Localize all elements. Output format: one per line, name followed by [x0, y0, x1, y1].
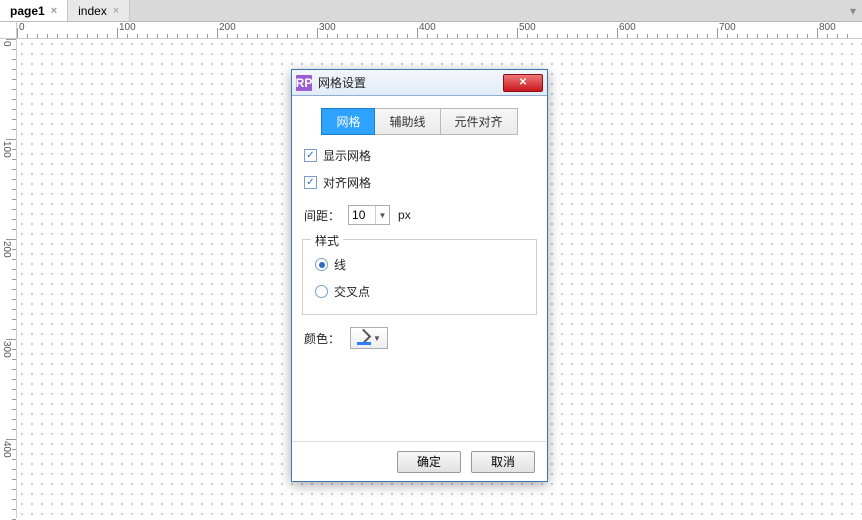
tab-guides[interactable]: 辅助线: [374, 108, 440, 135]
document-tab-page1[interactable]: page1 ×: [0, 0, 68, 21]
spacing-label: 间距：: [304, 207, 340, 224]
tab-snap[interactable]: 元件对齐: [440, 108, 518, 135]
tabbar-spacer: [130, 0, 844, 21]
document-tab-index[interactable]: index ×: [68, 0, 130, 21]
style-line-row: 线: [315, 256, 526, 273]
tabbar-dropdown[interactable]: ▾: [844, 0, 862, 21]
vertical-ruler: 0100200300400: [0, 39, 17, 518]
dialog-tabs: 网格 辅助线 元件对齐: [321, 108, 517, 135]
color-label: 颜色：: [304, 330, 340, 347]
tab-label: page1: [10, 4, 45, 18]
align-grid-label: 对齐网格: [323, 174, 371, 191]
close-button[interactable]: ✕: [503, 74, 543, 92]
color-picker-button[interactable]: ▼: [350, 327, 388, 349]
dialog-footer: 确定 取消: [292, 441, 547, 481]
show-grid-label: 显示网格: [323, 147, 371, 164]
dialog-titlebar[interactable]: RP 网格设置 ✕: [292, 70, 547, 96]
close-icon[interactable]: ×: [51, 5, 57, 17]
spacing-unit: px: [398, 208, 411, 222]
horizontal-ruler: 0100200300400500600700800: [17, 22, 862, 39]
document-tabbar: page1 × index × ▾: [0, 0, 862, 22]
spacing-input[interactable]: [349, 208, 375, 222]
cancel-button[interactable]: 取消: [471, 451, 535, 473]
pen-icon: [357, 331, 371, 345]
ruler-corner: [0, 22, 17, 39]
style-line-radio[interactable]: [315, 258, 328, 271]
chevron-down-icon: ▼: [373, 334, 381, 343]
dialog-title: 网格设置: [318, 74, 503, 91]
tab-grid[interactable]: 网格: [321, 108, 375, 135]
style-fieldset: 样式 线 交叉点: [302, 239, 537, 315]
chevron-down-icon[interactable]: ▼: [375, 206, 389, 224]
close-icon[interactable]: ×: [113, 5, 119, 17]
grid-settings-dialog: RP 网格设置 ✕ 网格 辅助线 元件对齐 ✓ 显示网格 ✓ 对齐网格 间距： …: [291, 69, 548, 482]
spacing-input-wrapper: ▼: [348, 205, 390, 225]
style-cross-radio[interactable]: [315, 285, 328, 298]
color-row: 颜色： ▼: [304, 327, 537, 349]
tab-label: index: [78, 4, 107, 18]
spacing-row: 间距： ▼ px: [304, 205, 537, 225]
style-legend: 样式: [311, 232, 343, 249]
align-grid-checkbox[interactable]: ✓: [304, 176, 317, 189]
app-icon: RP: [296, 75, 312, 91]
align-grid-row: ✓ 对齐网格: [304, 174, 537, 191]
dialog-body: 网格 辅助线 元件对齐 ✓ 显示网格 ✓ 对齐网格 间距： ▼ px 样式 线: [292, 96, 547, 441]
style-line-label: 线: [334, 256, 346, 273]
style-cross-row: 交叉点: [315, 283, 526, 300]
show-grid-row: ✓ 显示网格: [304, 147, 537, 164]
ok-button[interactable]: 确定: [397, 451, 461, 473]
show-grid-checkbox[interactable]: ✓: [304, 149, 317, 162]
style-cross-label: 交叉点: [334, 283, 370, 300]
